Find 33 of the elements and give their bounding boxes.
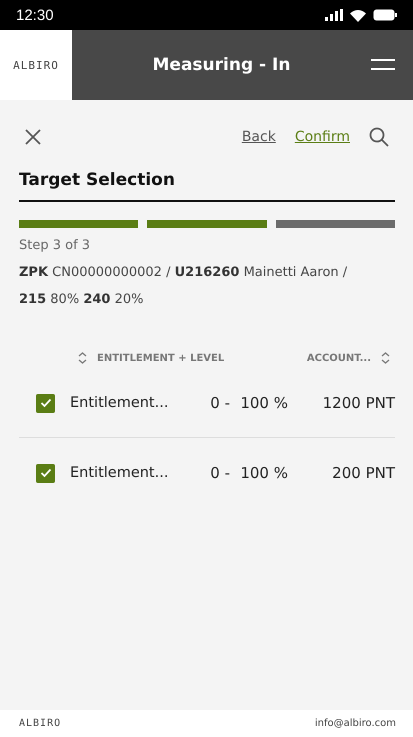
status-time: 12:30 (16, 6, 54, 24)
check-icon (40, 398, 52, 408)
table-cell-text: Entitlement... (70, 395, 170, 411)
battery-icon (373, 9, 397, 21)
check-icon (40, 468, 52, 478)
footer-logo: ALBIRO (19, 718, 62, 729)
section-title: Target Selection (19, 170, 395, 202)
signal-icon (325, 9, 343, 21)
table-cell-text: 1200 PNT (322, 394, 395, 412)
checkbox[interactable] (36, 464, 55, 482)
table-cell-text: 100 % (239, 394, 288, 412)
search-icon[interactable] (369, 127, 389, 147)
table-cell-text: 200 PNT (331, 464, 395, 482)
sort-icon[interactable] (78, 352, 87, 364)
close-icon[interactable] (24, 128, 42, 146)
email-text: info@albiro.com (314, 718, 396, 729)
table-cell-text: Entitlement... (70, 465, 170, 481)
detail-text: ZPK CN00000000002 / U216260 Mainetti Aaron / (19, 265, 348, 280)
detail-text: 215 80% 240 20% (19, 292, 144, 307)
back-link[interactable]: Back (242, 129, 276, 145)
table-cell-text: 100 % (239, 464, 288, 482)
logo: ALBIRO (13, 58, 59, 72)
sort-icon[interactable] (381, 352, 390, 364)
page-header-title: Measuring - In (152, 55, 292, 75)
wifi-icon (349, 8, 367, 22)
table-cell-text: 0 - (209, 394, 230, 412)
column-header[interactable]: ACCOUNT... (306, 352, 371, 364)
menu-icon[interactable] (371, 58, 395, 72)
confirm-link[interactable]: Confirm (294, 129, 350, 145)
checkbox[interactable] (36, 394, 55, 412)
column-header[interactable]: ENTITLEMENT + LEVEL (97, 352, 307, 364)
table-cell-text: 0 - (209, 464, 230, 482)
step-label: Step 3 of 3 (19, 238, 92, 253)
